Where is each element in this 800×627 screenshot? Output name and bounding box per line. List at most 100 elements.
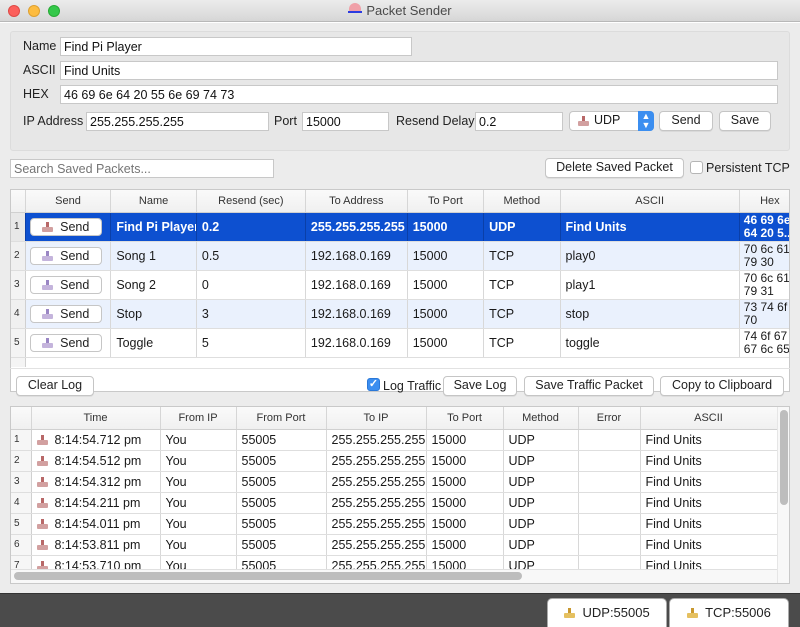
sent-icon xyxy=(36,476,48,487)
persistent-tcp-label: Persistent TCP xyxy=(706,161,790,175)
cell-hex: 73 74 6f 70 xyxy=(739,299,789,329)
cell-to-ip: 255.255.255.255 xyxy=(326,534,427,556)
column-header-time[interactable]: Time xyxy=(31,407,161,430)
row-send-button[interactable]: Send xyxy=(29,333,102,352)
window-title: Packet Sender xyxy=(0,3,800,18)
row-send-button[interactable]: Send xyxy=(29,246,102,265)
row-send-button[interactable]: Send xyxy=(29,217,102,236)
cell-method: UDP xyxy=(503,429,579,451)
saved-packet-row[interactable]: 5 Send Toggle 5 192.168.0.169 15000 TCP … xyxy=(11,328,789,358)
select-stepper-icon: ▲ ▼ xyxy=(638,111,654,131)
save-traffic-packet-button[interactable]: Save Traffic Packet xyxy=(524,376,654,396)
cell-ascii: Find Units xyxy=(640,429,778,451)
column-header-to-ip[interactable]: To IP xyxy=(326,407,427,430)
row-send-button[interactable]: Send xyxy=(29,275,102,294)
sent-icon xyxy=(36,539,48,550)
cell-ascii: Find Units xyxy=(640,534,778,556)
row-send-button[interactable]: Send xyxy=(29,304,102,323)
row-number: 4 xyxy=(11,299,26,329)
splitter-handle[interactable] xyxy=(10,368,790,369)
cell-hex: 74 6f 67 67 6c 65 xyxy=(739,328,789,358)
saved-packet-row[interactable]: 1 Send Find Pi Player 0.2 255.255.255.25… xyxy=(11,212,789,242)
log-row[interactable]: 6 8:14:53.811 pm You 55005 255.255.255.255 1… xyxy=(11,534,778,556)
saved-table-header: Send Name Resend (sec) To Address To Por… xyxy=(11,190,789,213)
cell-resend: 0.2 xyxy=(196,212,306,242)
cell-method: TCP xyxy=(483,270,561,300)
save-button[interactable]: Save xyxy=(719,111,771,131)
port-field[interactable] xyxy=(302,112,389,131)
row-number: 1 xyxy=(11,212,26,242)
send-button[interactable]: Send xyxy=(659,111,713,131)
column-header-method[interactable]: Method xyxy=(483,190,561,213)
hex-field[interactable] xyxy=(60,85,778,104)
cell-ascii: toggle xyxy=(560,328,740,358)
saved-packet-row[interactable]: 2 Send Song 1 0.5 192.168.0.169 15000 TC… xyxy=(11,241,789,271)
resend-delay-field[interactable] xyxy=(475,112,563,131)
column-header-resend[interactable]: Resend (sec) xyxy=(196,190,306,213)
cell-from-ip: You xyxy=(160,429,237,451)
log-row[interactable]: 1 8:14:54.712 pm You 55005 255.255.255.255 1… xyxy=(11,429,778,451)
cell-to-ip: 255.255.255.255 xyxy=(326,471,427,493)
persistent-tcp-checkbox[interactable] xyxy=(690,161,703,174)
column-header-to-port[interactable]: To Port xyxy=(407,190,485,213)
cell-time: 8:14:53.811 pm xyxy=(54,537,141,552)
method-icon xyxy=(578,116,589,126)
column-header-ascii[interactable]: ASCII xyxy=(640,407,778,430)
tcp-port-button[interactable]: TCP:55006 xyxy=(669,598,789,627)
column-header-ascii[interactable]: ASCII xyxy=(560,190,740,213)
cell-from-port: 55005 xyxy=(236,513,327,535)
column-header-to-port[interactable]: To Port xyxy=(426,407,504,430)
column-header-method[interactable]: Method xyxy=(503,407,579,430)
cell-method: UDP xyxy=(503,492,579,514)
horizontal-scrollbar[interactable] xyxy=(14,572,522,580)
log-row[interactable]: 5 8:14:54.011 pm You 55005 255.255.255.255 1… xyxy=(11,513,778,535)
cell-name: Find Pi Player xyxy=(110,212,197,242)
cell-to-ip: 255.255.255.255 xyxy=(326,450,427,472)
cell-to-port: 15000 xyxy=(426,534,504,556)
cell-from-ip: You xyxy=(160,513,237,535)
send-icon xyxy=(42,337,54,348)
cell-from-port: 55005 xyxy=(236,534,327,556)
saved-packets-table: Send Name Resend (sec) To Address To Por… xyxy=(10,189,790,392)
method-select[interactable]: UDP ▲ ▼ xyxy=(569,111,654,131)
saved-packet-row[interactable]: 4 Send Stop 3 192.168.0.169 15000 TCP st… xyxy=(11,299,789,329)
column-header-error[interactable]: Error xyxy=(578,407,641,430)
log-row[interactable]: 3 8:14:54.312 pm You 55005 255.255.255.255 1… xyxy=(11,471,778,493)
saved-packet-row[interactable]: 3 Send Song 2 0 192.168.0.169 15000 TCP … xyxy=(11,270,789,300)
column-header-hex[interactable]: Hex xyxy=(739,190,789,213)
log-traffic-checkbox[interactable]: ✓ xyxy=(367,378,380,391)
cell-ascii: Find Units xyxy=(640,492,778,514)
cell-port: 15000 xyxy=(407,212,485,242)
delete-saved-packet-button[interactable]: Delete Saved Packet xyxy=(545,158,684,178)
udp-port-button[interactable]: UDP:55005 xyxy=(547,598,667,627)
log-row[interactable]: 2 8:14:54.512 pm You 55005 255.255.255.255 1… xyxy=(11,450,778,472)
sent-icon xyxy=(36,455,48,466)
column-header-to-address[interactable]: To Address xyxy=(305,190,408,213)
name-field[interactable] xyxy=(60,37,412,56)
search-saved-packets-input[interactable] xyxy=(10,159,274,178)
send-icon xyxy=(42,308,54,319)
save-log-button[interactable]: Save Log xyxy=(443,376,517,396)
vertical-scrollbar[interactable] xyxy=(780,410,788,505)
copy-to-clipboard-button[interactable]: Copy to Clipboard xyxy=(660,376,784,396)
cell-to-port: 15000 xyxy=(426,513,504,535)
cell-method: UDP xyxy=(503,513,579,535)
log-row[interactable]: 4 8:14:54.211 pm You 55005 255.255.255.255 1… xyxy=(11,492,778,514)
column-header-name[interactable]: Name xyxy=(110,190,197,213)
column-header-from-ip[interactable]: From IP xyxy=(160,407,237,430)
resend-delay-label: Resend Delay xyxy=(396,114,475,128)
cell-from-port: 55005 xyxy=(236,471,327,493)
cell-method: UDP xyxy=(503,471,579,493)
column-header-send[interactable]: Send xyxy=(25,190,112,213)
cell-time: 8:14:54.712 pm xyxy=(54,432,142,447)
cell-port: 15000 xyxy=(407,328,485,358)
cell-address: 192.168.0.169 xyxy=(305,270,408,300)
clear-log-button[interactable]: Clear Log xyxy=(16,376,94,396)
ascii-field[interactable] xyxy=(60,61,778,80)
cell-method: TCP xyxy=(483,299,561,329)
column-header-from-port[interactable]: From Port xyxy=(236,407,327,430)
cell-from-port: 55005 xyxy=(236,450,327,472)
cell-error xyxy=(578,513,641,535)
ip-address-field[interactable] xyxy=(86,112,269,131)
cell-ascii: Find Units xyxy=(640,450,778,472)
